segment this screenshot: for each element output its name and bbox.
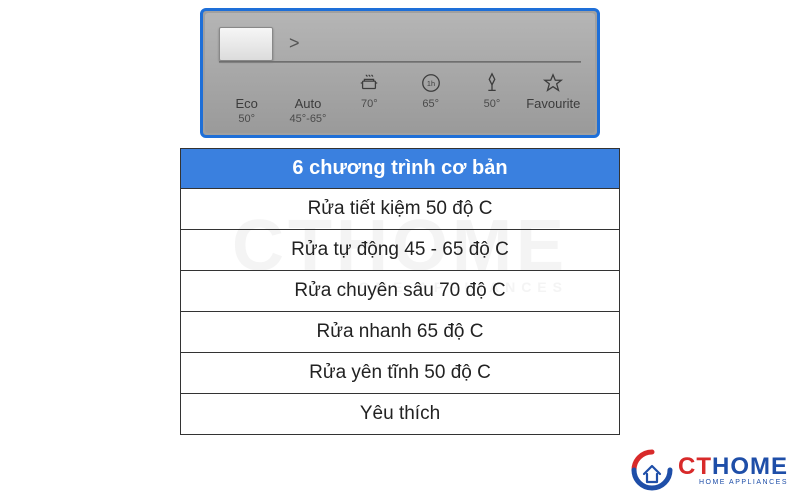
programs-table: 6 chương trình cơ bản Rửa tiết kiệm 50 đ… <box>180 148 620 435</box>
table-row: Rửa tự động 45 - 65 độ C <box>181 230 619 271</box>
slider-line <box>219 61 581 63</box>
program-eco: Eco 50° <box>219 72 274 125</box>
silence-icon <box>481 72 503 94</box>
program-slider[interactable]: > <box>219 31 581 57</box>
slider-knob[interactable] <box>219 27 273 61</box>
table-row: Rửa yên tĩnh 50 độ C <box>181 353 619 394</box>
pot-icon <box>358 72 380 94</box>
clock-1h-icon: 1h <box>420 72 442 94</box>
program-label: Favourite <box>526 96 580 111</box>
table-row: Rửa nhanh 65 độ C <box>181 312 619 353</box>
logo-mark-icon <box>630 448 674 492</box>
program-intensive: 70° <box>342 72 397 125</box>
program-label: Auto <box>295 96 322 111</box>
table-row: Rửa chuyên sâu 70 độ C <box>181 271 619 312</box>
program-quick: 1h 65° <box>403 72 458 125</box>
program-auto: Auto 45°-65° <box>280 72 335 125</box>
table-header: 6 chương trình cơ bản <box>181 149 619 189</box>
logo-home: HOME <box>712 453 788 480</box>
star-icon <box>542 72 564 94</box>
panel-inner: > Eco 50° Auto 45°-65° 70° <box>205 13 595 133</box>
slider-pointer-icon: > <box>289 33 300 54</box>
table-row: Yêu thích <box>181 394 619 434</box>
program-temp: 45°-65° <box>290 113 327 125</box>
program-temp: 50° <box>484 98 501 110</box>
program-silent: 50° <box>464 72 519 125</box>
program-icons-row: Eco 50° Auto 45°-65° 70° 1h 65° <box>219 72 581 125</box>
program-temp: 50° <box>238 113 255 125</box>
logo-main: CTHOME <box>678 455 788 479</box>
logo-sub: HOME APPLIANCES <box>678 479 788 486</box>
program-favourite: Favourite <box>526 72 581 125</box>
logo-ct: CT <box>678 453 712 480</box>
program-temp: 70° <box>361 98 378 110</box>
control-panel: > Eco 50° Auto 45°-65° 70° <box>200 8 600 138</box>
logo-text: CTHOME HOME APPLIANCES <box>678 455 788 486</box>
brand-logo: CTHOME HOME APPLIANCES <box>630 448 788 492</box>
svg-text:1h: 1h <box>427 79 435 88</box>
table-row: Rửa tiết kiệm 50 độ C <box>181 189 619 230</box>
program-label: Eco <box>235 96 257 111</box>
program-temp: 65° <box>422 98 439 110</box>
